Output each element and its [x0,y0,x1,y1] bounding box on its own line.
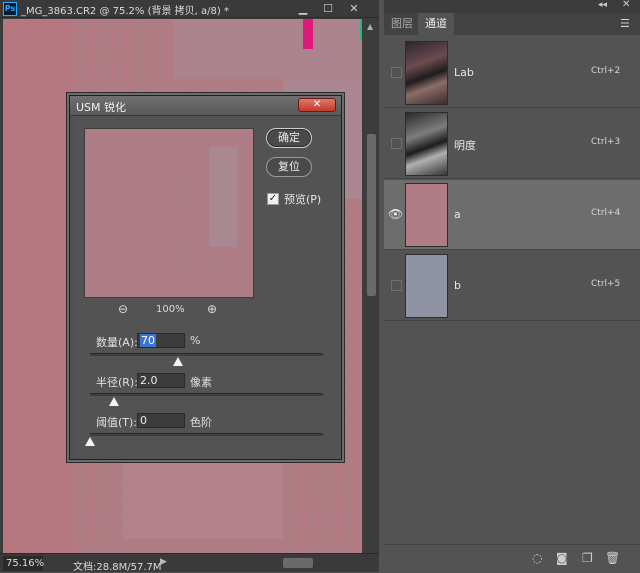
threshold-input[interactable]: 0 [137,413,185,428]
channel-row-b[interactable]: b Ctrl+5 [384,251,640,321]
panel-tabs: 图层 通道 ☰ [384,13,640,35]
tab-layers[interactable]: 图层 [384,13,420,35]
canvas-region [303,19,313,49]
close-icon[interactable]: ✕ [343,1,365,16]
channel-name: a [454,208,461,221]
close-button[interactable]: ✕ [298,98,336,112]
collapse-icon[interactable]: ◂◂ [598,0,607,10]
channel-name: Lab [454,66,474,79]
maximize-icon[interactable]: ☐ [317,1,339,16]
channel-name: b [454,279,461,292]
channel-shortcut: Ctrl+2 [591,66,621,76]
channel-row-a[interactable]: 👁 a Ctrl+4 [384,180,640,250]
canvas-region [123,449,283,539]
panel-menu-icon[interactable]: ☰ [620,17,630,30]
visibility-toggle[interactable] [391,67,402,78]
document-title: _MG_3863.CR2 @ 75.2% (背景 拷贝, a/8) * [21,6,229,17]
preview-pane[interactable] [84,128,254,298]
amount-label: 数量(A): [96,336,138,349]
amount-slider-handle[interactable] [173,357,183,366]
chevron-right-icon[interactable]: ▶ [160,557,167,567]
eye-icon[interactable]: 👁 [388,207,403,221]
visibility-toggle[interactable] [391,138,402,149]
radius-label: 半径(R): [96,376,138,389]
channel-thumbnail [405,183,448,247]
zoom-in-icon[interactable]: ⊕ [207,302,217,316]
status-bar: 75.16% 文档:28.8M/57.7M ▶ [0,553,379,573]
radius-slider[interactable] [90,393,323,396]
reset-button[interactable]: 复位 [266,157,312,177]
channels-panel: ◂◂ ✕ 图层 通道 ☰ Lab Ctrl+2 明度 Ctrl+3 👁 a Ct… [384,0,640,572]
dialog-title: USM 锐化 [76,101,127,114]
radius-input[interactable]: 2.0 [137,373,185,388]
amount-unit: % [190,334,201,347]
vertical-scrollbar[interactable]: ▲ [364,19,379,553]
scroll-up-icon[interactable]: ▲ [367,22,373,31]
amount-slider[interactable] [90,353,323,356]
document-titlebar: Ps _MG_3863.CR2 @ 75.2% (背景 拷贝, a/8) * ▁… [0,0,379,18]
channel-shortcut: Ctrl+3 [591,137,621,147]
zoom-out-icon[interactable]: ⊖ [118,302,128,316]
threshold-label: 阈值(T): [96,416,138,429]
panel-footer: ◌ ◙ ❐ 🗑 [384,544,640,572]
horizontal-scrollbar-thumb[interactable] [283,558,313,568]
channel-thumbnail [405,41,448,105]
channel-shortcut: Ctrl+5 [591,279,621,289]
threshold-slider[interactable] [90,433,323,436]
panel-topbar: ◂◂ ✕ [384,0,640,13]
dialog-edge [70,117,75,459]
channel-row-lightness[interactable]: 明度 Ctrl+3 [384,109,640,179]
channel-shortcut: Ctrl+4 [591,208,621,218]
dotted-circle-icon[interactable]: ◌ [532,551,542,565]
radius-unit: 像素 [190,376,212,389]
channel-thumbnail [405,254,448,318]
visibility-toggle[interactable] [391,280,402,291]
channel-row-lab[interactable]: Lab Ctrl+2 [384,38,640,108]
tab-channels[interactable]: 通道 [418,13,454,35]
threshold-unit: 色阶 [190,416,212,429]
channel-name: 明度 [454,139,476,152]
threshold-slider-handle[interactable] [85,437,95,446]
canvas-region [173,19,362,79]
canvas-region [3,19,73,553]
canvas-region [360,19,362,39]
minimize-icon[interactable]: ▁ [292,1,314,16]
zoom-level: 100% [156,304,185,315]
close-icon[interactable]: ✕ [622,0,630,10]
amount-value[interactable]: 70 [140,334,156,347]
amount-input[interactable]: 70 [137,333,185,348]
mask-icon[interactable]: ◙ [556,551,568,565]
preview-region [209,147,237,247]
usm-sharpen-dialog: USM 锐化 ✕ 确定 复位 ✓ 预览(P) ⊖ 100% ⊕ 数量(A): 7… [69,95,342,460]
channel-thumbnail [405,112,448,176]
document-size: 文档:28.8M/57.7M [73,562,162,573]
photoshop-logo-icon: Ps [3,2,17,16]
scrollbar-thumb[interactable] [367,134,376,296]
zoom-field[interactable]: 75.16% [3,556,44,571]
radius-slider-handle[interactable] [109,397,119,406]
ok-button[interactable]: 确定 [266,128,312,148]
dialog-titlebar[interactable]: USM 锐化 ✕ [70,96,341,116]
preview-label[interactable]: 预览(P) [284,191,321,207]
new-channel-icon[interactable]: ❐ [582,551,593,565]
preview-checkbox[interactable]: ✓ [267,193,279,205]
trash-icon[interactable]: 🗑 [605,551,620,565]
